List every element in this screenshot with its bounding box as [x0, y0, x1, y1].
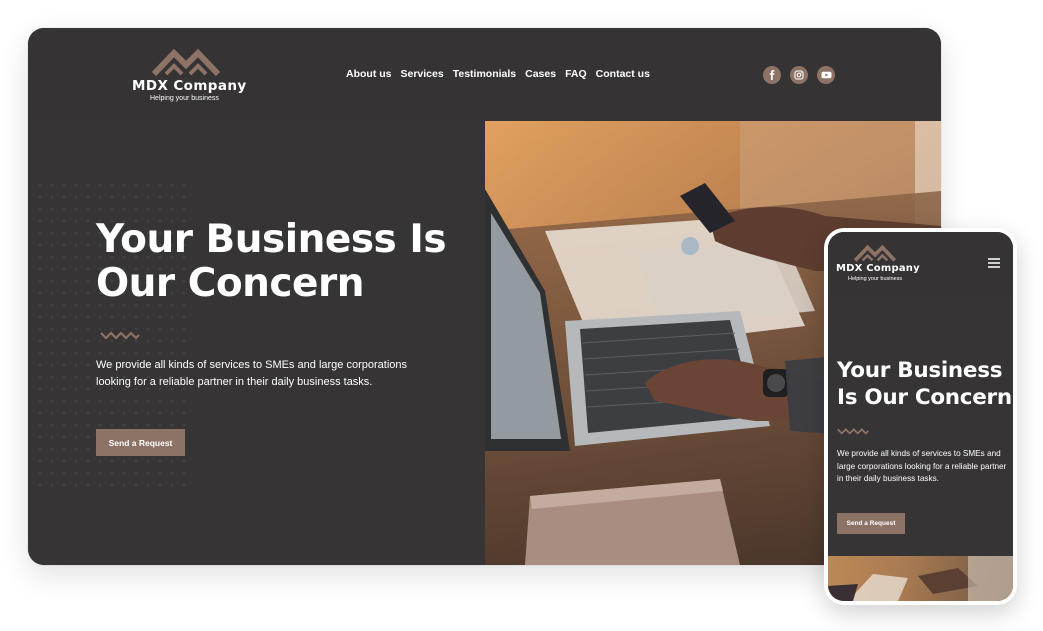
- mobile-brand-tagline: Helping your business: [848, 276, 903, 282]
- nav-item-contact-us[interactable]: Contact us: [596, 68, 650, 80]
- brand-name: MDX Company: [132, 78, 247, 94]
- facebook-icon[interactable]: [763, 66, 781, 84]
- main-nav: About us Services Testimonials Cases FAQ…: [346, 68, 650, 80]
- mobile-hero-title-line1: Your Business: [837, 358, 1003, 383]
- wave-divider-icon: [837, 428, 869, 435]
- instagram-icon[interactable]: [790, 66, 808, 84]
- mobile-header: MDX Company Helping your business: [828, 232, 1013, 298]
- mobile-brand-name: MDX Company: [836, 263, 920, 274]
- logo[interactable]: MDX Company Helping your business: [132, 48, 246, 108]
- hero-section: Your Business Is Our Concern We provide …: [28, 121, 941, 565]
- mobile-mockup: MDX Company Helping your business Your B…: [824, 228, 1017, 605]
- youtube-icon[interactable]: [817, 66, 835, 84]
- nav-item-cases[interactable]: Cases: [525, 68, 556, 80]
- mobile-hero-photo: [828, 556, 1013, 601]
- mobile-photo-illustration: [828, 556, 1013, 601]
- desktop-mockup: MDX Company Helping your business About …: [28, 28, 941, 565]
- mobile-hero-title: Your Business Is Our Concern: [837, 357, 1012, 411]
- social-links: [763, 66, 835, 84]
- site-header: MDX Company Helping your business About …: [28, 28, 941, 121]
- nav-item-testimonials[interactable]: Testimonials: [453, 68, 516, 80]
- mobile-screen: MDX Company Helping your business Your B…: [828, 232, 1013, 601]
- nav-item-about-us[interactable]: About us: [346, 68, 392, 80]
- brand-tagline: Helping your business: [150, 95, 219, 102]
- mobile-logo[interactable]: MDX Company Helping your business: [836, 244, 936, 292]
- hero-description: We provide all kinds of services to SMEs…: [96, 359, 407, 388]
- hamburger-menu-icon[interactable]: [988, 258, 1000, 268]
- nav-item-faq[interactable]: FAQ: [565, 68, 587, 80]
- hero-title: Your Business Is Our Concern: [96, 217, 447, 306]
- hero-title-line1: Your Business Is: [96, 217, 447, 262]
- roof-logo-icon: [152, 48, 220, 76]
- nav-item-services[interactable]: Services: [401, 68, 444, 80]
- mobile-send-request-button[interactable]: Send a Request: [837, 513, 905, 534]
- mobile-hero-description: We provide all kinds of services to SMEs…: [837, 449, 1007, 483]
- send-request-button[interactable]: Send a Request: [96, 429, 185, 456]
- mobile-hero-title-line2: Is Our Concern: [837, 385, 1012, 410]
- roof-logo-icon: [854, 244, 896, 262]
- hero-title-line2: Our Concern: [96, 261, 364, 306]
- wave-divider-icon: [100, 331, 140, 340]
